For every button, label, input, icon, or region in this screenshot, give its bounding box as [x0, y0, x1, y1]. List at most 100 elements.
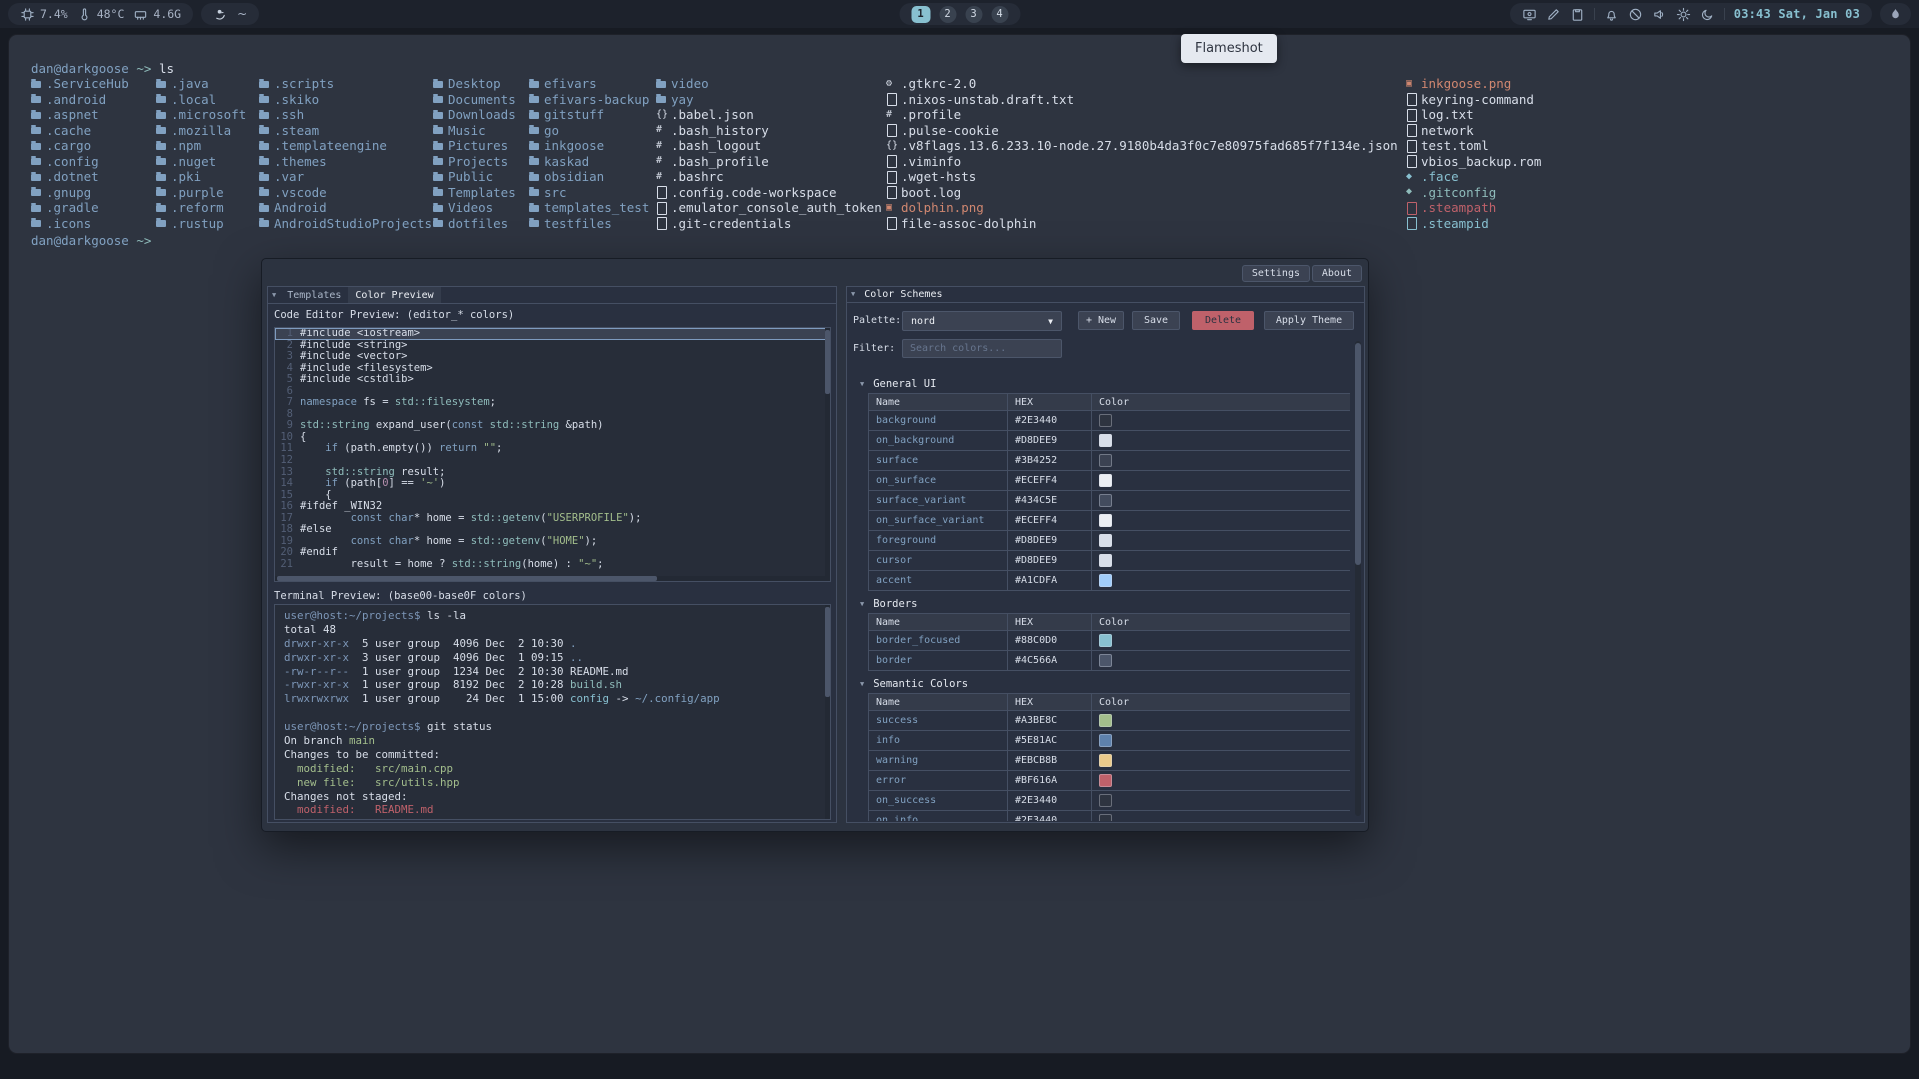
shell-prompt[interactable]: dan@darkgoose ~> — [31, 233, 151, 248]
delete-button[interactable]: Delete — [1192, 311, 1254, 330]
table-row[interactable]: error#BF616A — [869, 771, 1351, 791]
color-swatch[interactable] — [1099, 634, 1112, 647]
file-entry[interactable]: .ssh — [259, 107, 432, 123]
section-header[interactable]: ▼Borders — [847, 595, 1350, 613]
flameshot-tray-icon[interactable] — [1888, 7, 1903, 22]
table-row[interactable]: on_surface#ECEFF4 — [869, 471, 1351, 491]
scrollbar-thumb[interactable] — [1355, 343, 1361, 565]
file-entry[interactable]: test.toml — [1406, 138, 1541, 154]
color-swatch[interactable] — [1099, 794, 1112, 807]
file-entry[interactable]: .java — [156, 76, 246, 92]
screencast-icon[interactable] — [1522, 7, 1537, 22]
color-swatch[interactable] — [1099, 814, 1112, 821]
file-entry[interactable]: .dotnet — [31, 169, 129, 185]
color-swatch[interactable] — [1099, 534, 1112, 547]
file-entry[interactable]: #.bash_profile — [656, 154, 882, 170]
color-schemes-title[interactable]: Color Schemes — [859, 289, 947, 300]
scrollbar-thumb[interactable] — [825, 330, 830, 394]
panel-scrollbar[interactable] — [1355, 341, 1361, 816]
color-swatch[interactable] — [1099, 494, 1112, 507]
file-entry[interactable]: .nixos-unstab.draft.txt — [886, 92, 1398, 108]
code-h-scrollbar[interactable] — [275, 576, 830, 581]
file-entry[interactable]: templates_test — [529, 200, 649, 216]
file-entry[interactable]: testfiles — [529, 216, 649, 232]
file-entry[interactable]: keyring-command — [1406, 92, 1541, 108]
file-entry[interactable]: {}.v8flags.13.6.233.10-node.27.9180b4da3… — [886, 138, 1398, 154]
file-entry[interactable]: log.txt — [1406, 107, 1541, 123]
file-entry[interactable]: .steam — [259, 123, 432, 139]
file-entry[interactable]: #.bash_logout — [656, 138, 882, 154]
color-swatch[interactable] — [1099, 754, 1112, 767]
file-entry[interactable]: file-assoc-dolphin — [886, 216, 1398, 232]
table-row[interactable]: on_surface_variant#ECEFF4 — [869, 511, 1351, 531]
workspace-2[interactable]: 2 — [939, 6, 956, 23]
color-swatch[interactable] — [1099, 514, 1112, 527]
file-entry[interactable]: ⚙.gtkrc-2.0 — [886, 76, 1398, 92]
file-entry[interactable]: src — [529, 185, 649, 201]
chevron-down-icon[interactable]: ▼ — [856, 381, 868, 388]
workspace-3[interactable]: 3 — [965, 6, 982, 23]
table-row[interactable]: on_info#2E3440 — [869, 811, 1351, 822]
file-entry[interactable]: Videos — [433, 200, 516, 216]
file-entry[interactable]: .config.code-workspace — [656, 185, 882, 201]
file-entry[interactable]: Templates — [433, 185, 516, 201]
color-picker-icon[interactable] — [1546, 7, 1561, 22]
file-entry[interactable]: .ServiceHub — [31, 76, 129, 92]
terminal-scrollbar[interactable] — [825, 605, 830, 819]
new-palette-button[interactable]: + New — [1078, 311, 1124, 330]
file-entry[interactable]: .config — [31, 154, 129, 170]
chevron-down-icon[interactable]: ▼ — [847, 291, 859, 298]
file-entry[interactable]: .skiko — [259, 92, 432, 108]
table-row[interactable]: info#5E81AC — [869, 731, 1351, 751]
file-entry[interactable]: obsidian — [529, 169, 649, 185]
file-entry[interactable]: #.bash_history — [656, 123, 882, 139]
file-entry[interactable]: go — [529, 123, 649, 139]
notifications-icon[interactable] — [1604, 7, 1619, 22]
file-entry[interactable]: .steampath — [1406, 200, 1541, 216]
file-entry[interactable]: network — [1406, 123, 1541, 139]
clipboard-icon[interactable] — [1570, 7, 1585, 22]
file-entry[interactable]: vbios_backup.rom — [1406, 154, 1541, 170]
file-entry[interactable]: .android — [31, 92, 129, 108]
file-entry[interactable]: .gnupg — [31, 185, 129, 201]
flameshot-tray-pill[interactable] — [1880, 3, 1911, 25]
dnd-icon[interactable] — [1628, 7, 1643, 22]
file-entry[interactable]: ◆.face — [1406, 169, 1541, 185]
file-entry[interactable]: ▣dolphin.png — [886, 200, 1398, 216]
table-row[interactable]: accent#A1CDFA — [869, 571, 1351, 591]
table-row[interactable]: on_background#D8DEE9 — [869, 431, 1351, 451]
table-row[interactable]: border_focused#88C0D0 — [869, 631, 1351, 651]
apply-theme-button[interactable]: Apply Theme — [1264, 311, 1354, 330]
file-entry[interactable]: .cargo — [31, 138, 129, 154]
file-entry[interactable]: Desktop — [433, 76, 516, 92]
color-swatch[interactable] — [1099, 414, 1112, 427]
file-entry[interactable]: .themes — [259, 154, 432, 170]
file-entry[interactable]: Android — [259, 200, 432, 216]
clock[interactable]: 03:43 Sat, Jan 03 — [1734, 7, 1860, 21]
file-entry[interactable]: ▣inkgoose.png — [1406, 76, 1541, 92]
file-entry[interactable]: gitstuff — [529, 107, 649, 123]
table-row[interactable]: surface#3B4252 — [869, 451, 1351, 471]
section-header[interactable]: ▼General UI — [847, 375, 1350, 393]
file-entry[interactable]: .icons — [31, 216, 129, 232]
file-entry[interactable]: .emulator_console_auth_token — [656, 200, 882, 216]
file-entry[interactable]: .nuget — [156, 154, 246, 170]
distro-pill[interactable]: ~ — [201, 3, 259, 25]
file-entry[interactable]: efivars-backup — [529, 92, 649, 108]
section-header[interactable]: ▼Semantic Colors — [847, 675, 1350, 693]
file-entry[interactable]: Downloads — [433, 107, 516, 123]
table-row[interactable]: cursor#D8DEE9 — [869, 551, 1351, 571]
color-swatch[interactable] — [1099, 734, 1112, 747]
tab-color-preview[interactable]: Color Preview — [348, 287, 440, 303]
file-entry[interactable]: .npm — [156, 138, 246, 154]
file-entry[interactable]: .cache — [31, 123, 129, 139]
settings-button[interactable]: Settings — [1242, 265, 1310, 282]
volume-icon[interactable] — [1652, 7, 1667, 22]
table-row[interactable]: on_success#2E3440 — [869, 791, 1351, 811]
color-swatch[interactable] — [1099, 554, 1112, 567]
file-entry[interactable]: AndroidStudioProjects — [259, 216, 432, 232]
palette-select[interactable]: nord ▼ — [902, 311, 1062, 331]
nightlight-icon[interactable] — [1700, 7, 1715, 22]
file-entry[interactable]: .wget-hsts — [886, 169, 1398, 185]
chevron-down-icon[interactable]: ▼ — [856, 601, 868, 608]
